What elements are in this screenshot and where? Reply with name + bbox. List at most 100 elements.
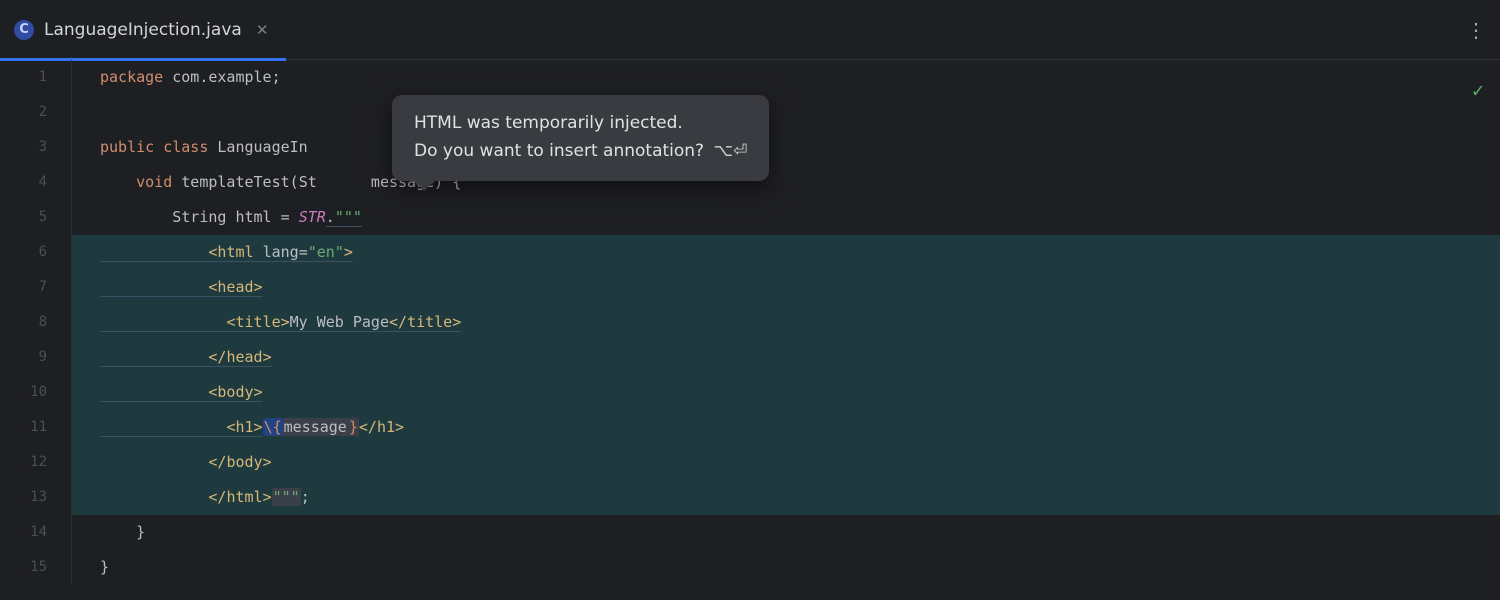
- line-number: 12: [0, 445, 71, 480]
- line-number: 15: [0, 550, 71, 585]
- keyword: void: [136, 173, 172, 191]
- tab-file[interactable]: C LanguageInjection.java ✕: [0, 0, 286, 60]
- indent: [100, 523, 136, 541]
- close-icon[interactable]: ✕: [252, 19, 273, 41]
- line-number: 9: [0, 340, 71, 375]
- semicolon: ;: [272, 68, 281, 86]
- code-line[interactable]: <body>: [72, 375, 1500, 410]
- html-tag: body: [226, 453, 262, 471]
- angle-bracket: >: [263, 488, 272, 506]
- brace: }: [136, 523, 145, 541]
- code-line[interactable]: public class LanguageIn: [72, 130, 1500, 165]
- code-line[interactable]: package com.example;: [72, 60, 1500, 95]
- line-number: 10: [0, 375, 71, 410]
- tooltip-line: HTML was temporarily injected.: [414, 109, 747, 137]
- line-number: 11: [0, 410, 71, 445]
- injection-hint-tooltip[interactable]: HTML was temporarily injected. Do you wa…: [392, 95, 769, 181]
- code-line[interactable]: }: [72, 550, 1500, 585]
- method-name: templateTest: [181, 173, 289, 191]
- indent: [100, 348, 208, 366]
- code-line[interactable]: [72, 95, 1500, 130]
- angle-bracket: >: [263, 453, 272, 471]
- indent: [100, 418, 226, 436]
- code-line[interactable]: </body>: [72, 445, 1500, 480]
- more-icon[interactable]: ⋮: [1466, 20, 1486, 40]
- html-tag: h1: [377, 418, 395, 436]
- code-line[interactable]: }: [72, 515, 1500, 550]
- html-tag: title: [407, 313, 452, 331]
- line-number: 1: [0, 60, 71, 95]
- inspection-ok-icon[interactable]: ✓: [1472, 78, 1484, 102]
- tab-actions: ⋮: [1466, 0, 1486, 60]
- line-number: 2: [0, 95, 71, 130]
- angle-bracket: </: [208, 453, 226, 471]
- angle-bracket: </: [208, 348, 226, 366]
- var-name: html: [235, 208, 271, 226]
- code-line[interactable]: <h1>\{message}</h1>: [72, 410, 1500, 445]
- html-tag: h1: [235, 418, 253, 436]
- dot: .: [326, 208, 335, 226]
- indent: [100, 278, 208, 296]
- paren: (: [290, 173, 299, 191]
- str-processor: STR: [299, 208, 326, 226]
- indent: [100, 313, 226, 331]
- html-attr: lang: [263, 243, 299, 261]
- line-number: 14: [0, 515, 71, 550]
- code-line[interactable]: void templateTest(St message) {: [72, 165, 1500, 200]
- line-number: 5: [0, 200, 71, 235]
- triple-quote: """: [335, 208, 362, 226]
- angle-bracket: </: [389, 313, 407, 331]
- indent: [100, 243, 208, 261]
- keyword: class: [163, 138, 208, 156]
- indent: [100, 488, 208, 506]
- type: St: [299, 173, 317, 191]
- html-tag: head: [217, 278, 253, 296]
- semicolon: ;: [301, 488, 310, 506]
- brace: }: [100, 558, 109, 576]
- angle-bracket: >: [254, 418, 263, 436]
- template-escape: \{: [263, 418, 283, 436]
- angle-bracket: </: [359, 418, 377, 436]
- eq: =: [272, 208, 299, 226]
- line-number: 7: [0, 270, 71, 305]
- code-area[interactable]: package com.example; public class Langua…: [72, 60, 1500, 585]
- angle-bracket: >: [254, 278, 263, 296]
- angle-bracket: </: [208, 488, 226, 506]
- keyword: package: [100, 68, 163, 86]
- template-expr: message: [283, 418, 348, 436]
- tab-bar: C LanguageInjection.java ✕ ⋮: [0, 0, 1500, 60]
- html-tag: head: [226, 348, 262, 366]
- html-tag: html: [217, 243, 253, 261]
- angle-bracket: >: [281, 313, 290, 331]
- code-line[interactable]: <title>My Web Page</title>: [72, 305, 1500, 340]
- type: String: [172, 208, 226, 226]
- line-number: 8: [0, 305, 71, 340]
- angle-bracket: >: [263, 348, 272, 366]
- angle-bracket: >: [395, 418, 404, 436]
- template-escape: }: [348, 418, 359, 436]
- html-tag: html: [226, 488, 262, 506]
- line-number: 3: [0, 130, 71, 165]
- code-line[interactable]: <html lang="en">: [72, 235, 1500, 270]
- keyword: public: [100, 138, 154, 156]
- package-name: com.example: [172, 68, 271, 86]
- text: [254, 243, 263, 261]
- code-line[interactable]: </head>: [72, 340, 1500, 375]
- class-name: LanguageIn: [217, 138, 307, 156]
- code-line[interactable]: String html = STR.""": [72, 200, 1500, 235]
- code-line[interactable]: <head>: [72, 270, 1500, 305]
- line-number: 6: [0, 235, 71, 270]
- tooltip-text: Do you want to insert annotation?: [414, 141, 704, 161]
- line-number: 13: [0, 480, 71, 515]
- angle-bracket: >: [344, 243, 353, 261]
- code-line[interactable]: </html>""";: [72, 480, 1500, 515]
- triple-quote: """: [272, 488, 301, 506]
- html-tag: body: [217, 383, 253, 401]
- tooltip-line: Do you want to insert annotation? ⌥⏎: [414, 137, 747, 165]
- eq: =: [299, 243, 308, 261]
- angle-bracket: >: [452, 313, 461, 331]
- html-text: My Web Page: [290, 313, 389, 331]
- html-tag: title: [235, 313, 280, 331]
- text: [154, 138, 163, 156]
- indent: [100, 383, 208, 401]
